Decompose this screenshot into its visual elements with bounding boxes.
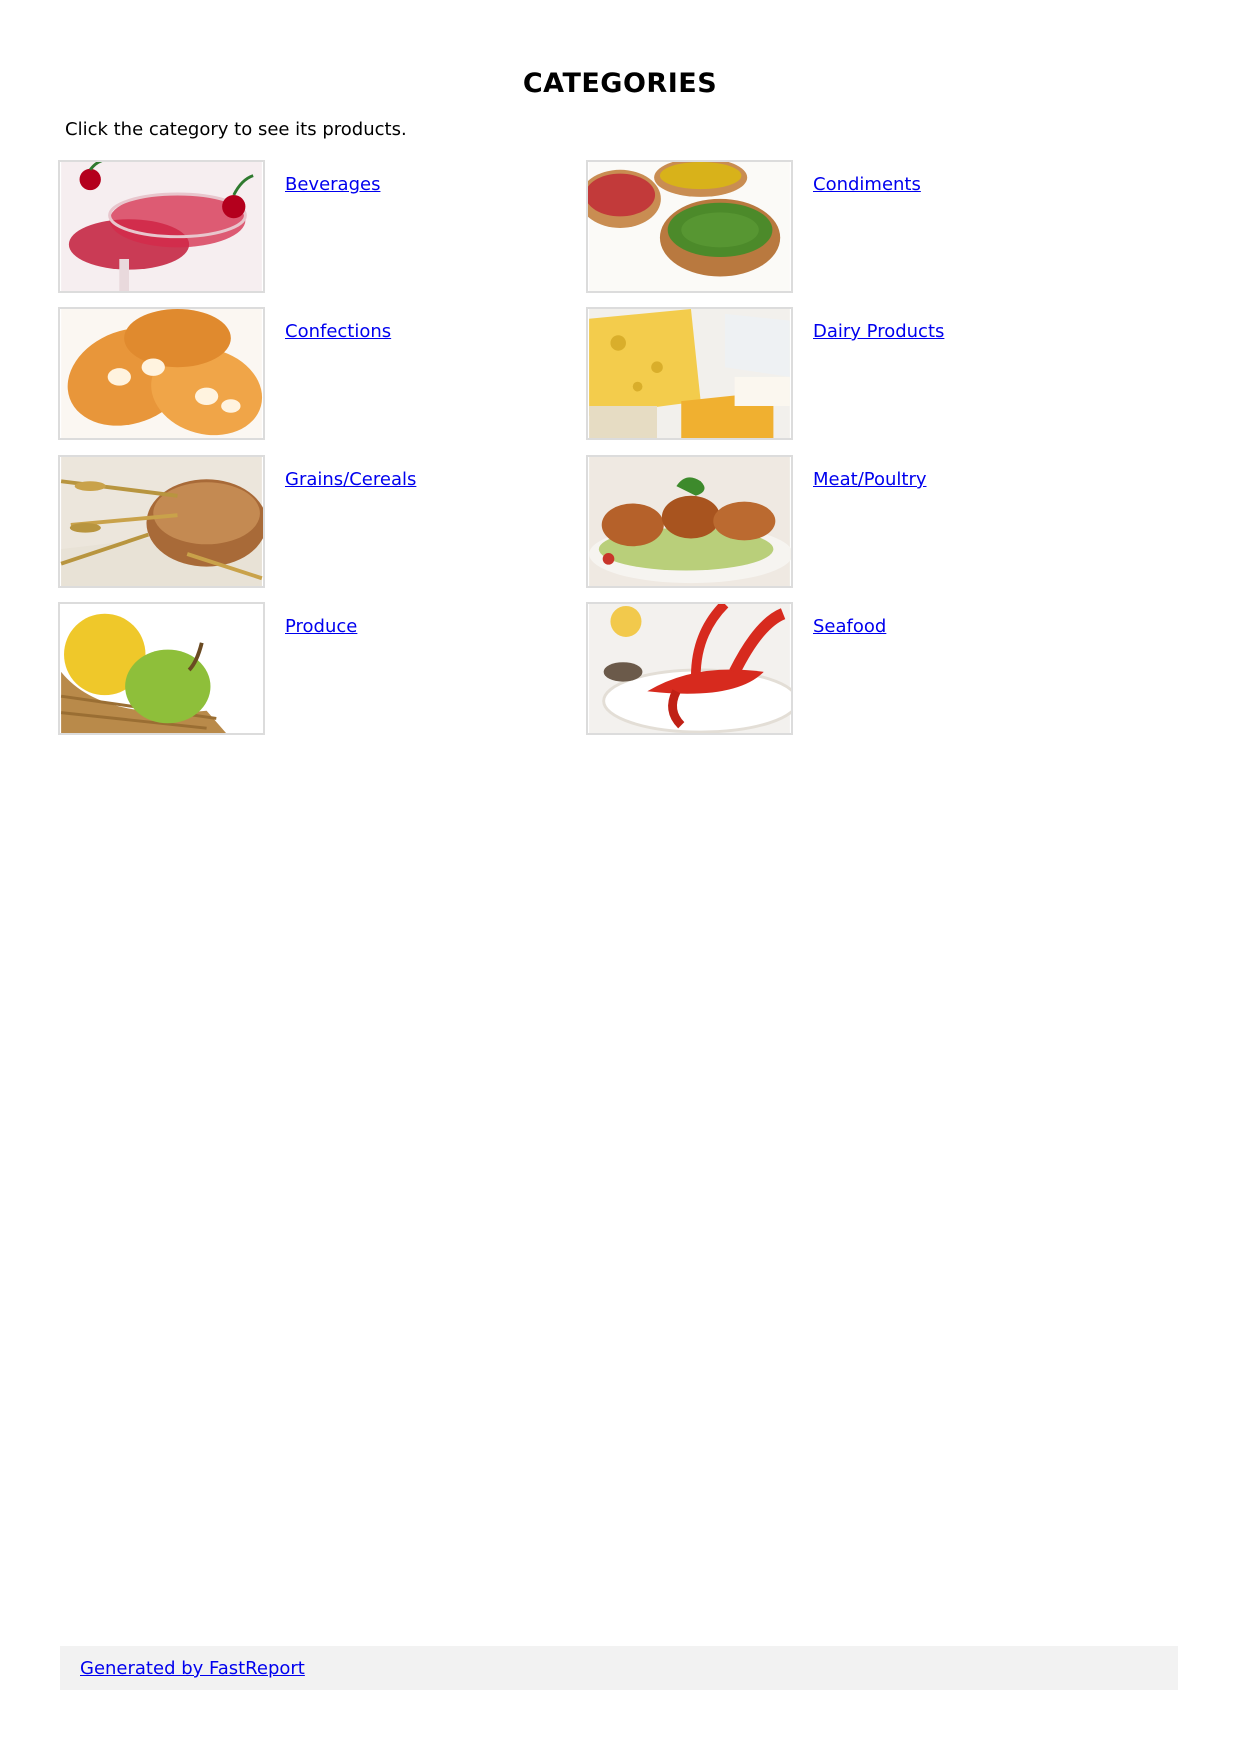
grains-cereals-image[interactable] xyxy=(58,455,265,588)
condiments-image-art xyxy=(588,162,790,291)
category-link-meat-poultry[interactable]: Meat/Poultry xyxy=(813,469,927,490)
condiments-image[interactable] xyxy=(586,160,793,293)
category-link-dairy-products[interactable]: Dairy Products xyxy=(813,321,944,342)
category-link-confections[interactable]: Confections xyxy=(285,321,391,342)
footer-bar: Generated by FastReport xyxy=(60,1646,1178,1690)
confections-image[interactable] xyxy=(58,307,265,440)
beverages-image[interactable] xyxy=(58,160,265,293)
category-link-seafood[interactable]: Seafood xyxy=(813,616,886,637)
category-link-condiments[interactable]: Condiments xyxy=(813,174,921,195)
produce-image[interactable] xyxy=(58,602,265,735)
seafood-image[interactable] xyxy=(586,602,793,735)
grains-cereals-image-art xyxy=(60,457,263,586)
intro-text: Click the category to see its products. xyxy=(65,119,407,140)
seafood-image-art xyxy=(589,604,791,733)
page-title: CATEGORIES xyxy=(522,68,718,99)
dairy-products-image[interactable] xyxy=(586,307,793,440)
dairy-products-image-art xyxy=(589,309,790,438)
beverages-image-art xyxy=(61,162,262,291)
generated-by-link[interactable]: Generated by FastReport xyxy=(80,1658,305,1679)
meat-poultry-image-art xyxy=(589,457,791,586)
category-link-beverages[interactable]: Beverages xyxy=(285,174,380,195)
category-link-grains-cereals[interactable]: Grains/Cereals xyxy=(285,469,416,490)
confections-image-art xyxy=(61,309,263,438)
produce-image-art xyxy=(60,604,262,733)
category-link-produce[interactable]: Produce xyxy=(285,616,357,637)
meat-poultry-image[interactable] xyxy=(586,455,793,588)
